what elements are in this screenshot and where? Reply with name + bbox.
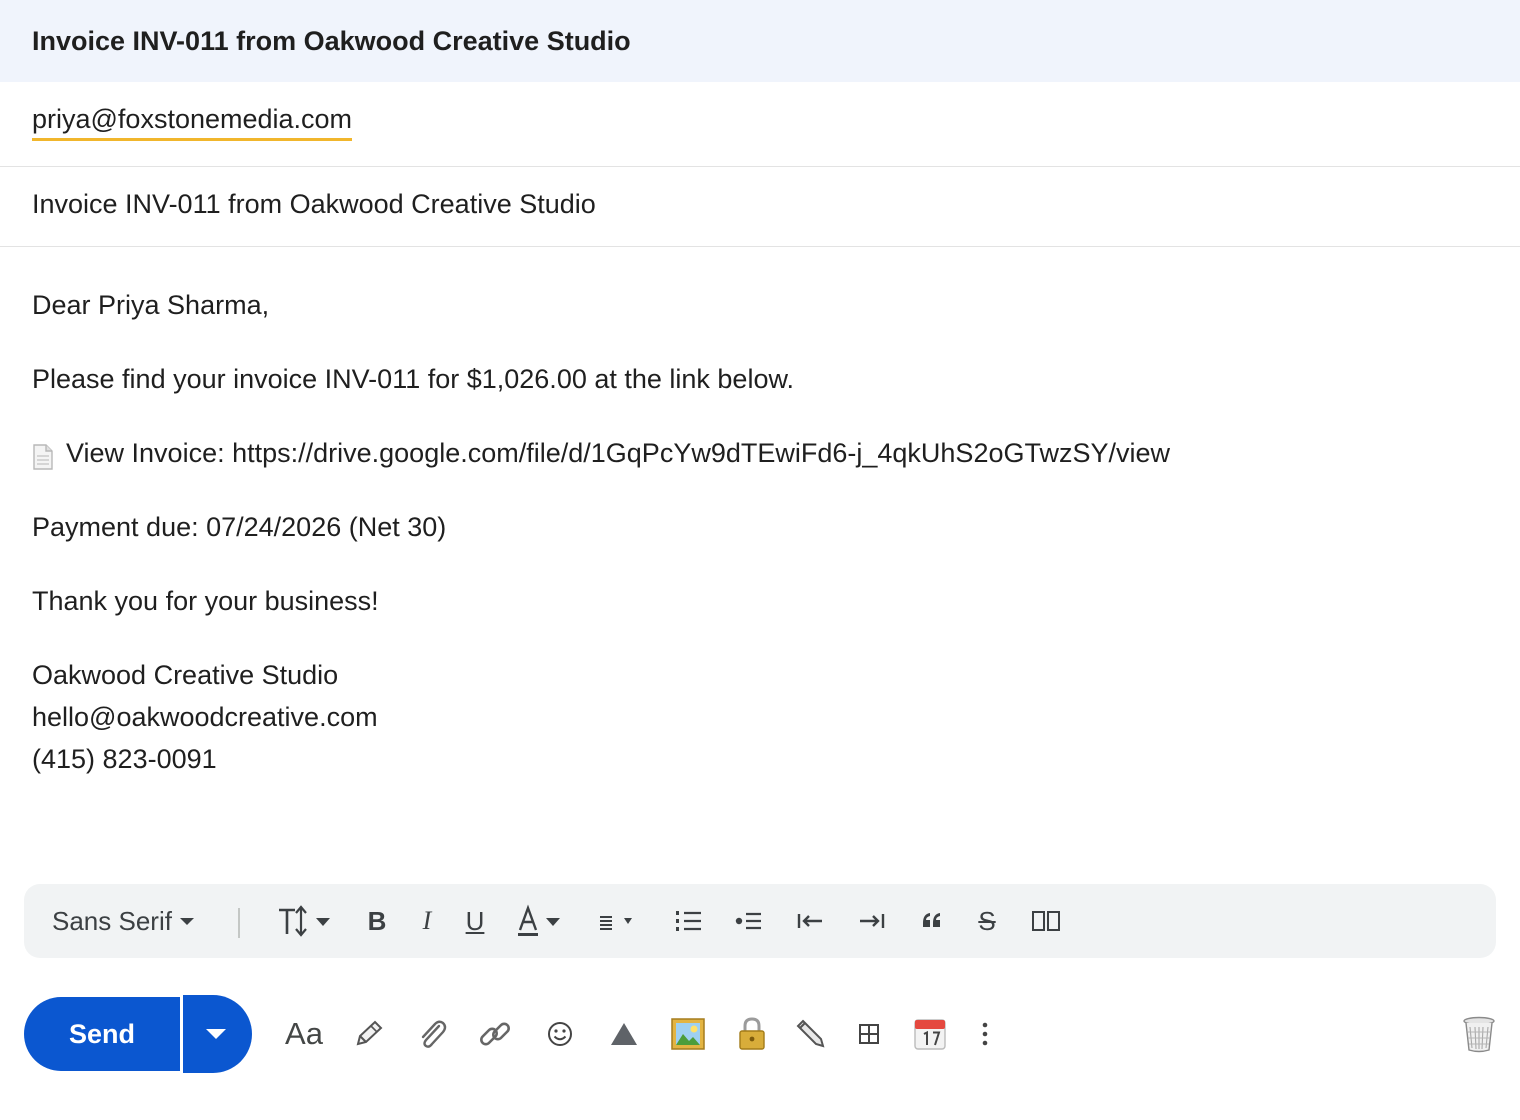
formatting-options-button[interactable]: Aa [282, 1008, 326, 1060]
invoice-link-line[interactable]: View Invoice: https://drive.google.com/f… [32, 432, 1482, 474]
message-body[interactable]: Dear Priya Sharma, Please find your invo… [32, 284, 1482, 780]
invoice-link[interactable]: View Invoice: https://drive.google.com/f… [66, 432, 1170, 474]
quote-icon [923, 913, 940, 927]
layout-icon [859, 1024, 879, 1044]
bulleted-list-button[interactable] [732, 884, 764, 958]
thanks-line: Thank you for your business! [32, 586, 379, 616]
more-options-icon [982, 1022, 988, 1046]
underline-button[interactable]: U [458, 884, 492, 958]
indent-more-icon [860, 914, 885, 928]
compose-title: Invoice INV-011 from Oakwood Creative St… [32, 25, 631, 56]
to-row[interactable]: priya@foxstonemedia.com [0, 82, 1520, 167]
pencil-icon [356, 1020, 383, 1046]
insert-drive-file-button[interactable] [606, 1008, 642, 1060]
align-button[interactable] [596, 884, 638, 958]
intro-line: Please find your invoice INV-011 for $1,… [32, 364, 794, 394]
pencil-button[interactable] [350, 1008, 388, 1060]
more-options-button[interactable] [972, 1008, 998, 1060]
strikethrough-button[interactable]: S [972, 884, 1002, 958]
signature-email: hello@oakwoodcreative.com [32, 702, 378, 732]
underline-icon: U [465, 905, 485, 936]
bulleted-list-icon [735, 912, 761, 930]
photo-icon [671, 1018, 705, 1050]
formatting-toolbar: Sans Serif B I U S [24, 884, 1496, 958]
remove-formatting-button[interactable] [1028, 884, 1064, 958]
send-options-button[interactable] [183, 995, 252, 1073]
text-color-icon [518, 904, 560, 936]
indent-less-button[interactable] [794, 884, 826, 958]
font-family-label: Sans Serif [52, 905, 172, 936]
text-size-button[interactable] [274, 884, 336, 958]
strikethrough-icon: S [978, 905, 996, 936]
italic-button[interactable]: I [410, 884, 444, 958]
document-icon [32, 440, 54, 470]
align-icon [600, 916, 632, 930]
text-color-button[interactable] [514, 884, 570, 958]
remove-formatting-icon [1032, 911, 1060, 931]
insert-signature-button[interactable] [794, 1008, 830, 1060]
attach-icon [421, 1020, 447, 1048]
indent-more-button[interactable] [856, 884, 888, 958]
format-text-icon: Aa [285, 1016, 323, 1051]
numbered-list-icon [676, 911, 701, 931]
greeting-line: Dear Priya Sharma, [32, 290, 270, 320]
italic-icon: I [422, 906, 432, 935]
quote-button[interactable] [916, 884, 948, 958]
signature-company: Oakwood Creative Studio [32, 660, 339, 690]
lock-icon [739, 1017, 765, 1050]
due-line: Payment due: 07/24/2026 (Net 30) [32, 512, 447, 542]
bold-icon: B [367, 905, 387, 936]
subject-input[interactable] [32, 189, 1482, 220]
set-up-time-button[interactable] [910, 1008, 950, 1060]
chevron-down-icon [205, 1029, 226, 1039]
attach-files-button[interactable] [412, 1008, 452, 1060]
drive-icon [611, 1023, 637, 1045]
compose-header: Invoice INV-011 from Oakwood Creative St… [0, 0, 1520, 82]
layout-button[interactable] [852, 1008, 886, 1060]
insert-photo-button[interactable] [668, 1008, 708, 1060]
toolbar-divider [238, 908, 240, 938]
insert-link-button[interactable] [474, 1008, 516, 1060]
text-size-icon [279, 905, 330, 937]
discard-draft-button[interactable] [1458, 1008, 1500, 1060]
font-family-select[interactable]: Sans Serif [52, 884, 194, 958]
signature-icon [796, 1019, 825, 1048]
confidential-mode-button[interactable] [734, 1008, 770, 1060]
link-icon [480, 1022, 510, 1046]
numbered-list-button[interactable] [672, 884, 704, 958]
recipient-chip[interactable]: priya@foxstonemedia.com [32, 104, 353, 141]
trash-icon [1463, 1016, 1495, 1053]
signature-phone: (415) 823-0091 [32, 744, 217, 774]
subject-row[interactable] [0, 167, 1520, 247]
emoji-icon [548, 1022, 572, 1046]
insert-emoji-button[interactable] [542, 1008, 578, 1060]
indent-less-icon [797, 914, 822, 928]
send-button[interactable]: Send [24, 997, 180, 1071]
calendar-icon [914, 1019, 946, 1050]
bold-button[interactable]: B [360, 884, 394, 958]
chevron-down-icon [179, 917, 194, 925]
